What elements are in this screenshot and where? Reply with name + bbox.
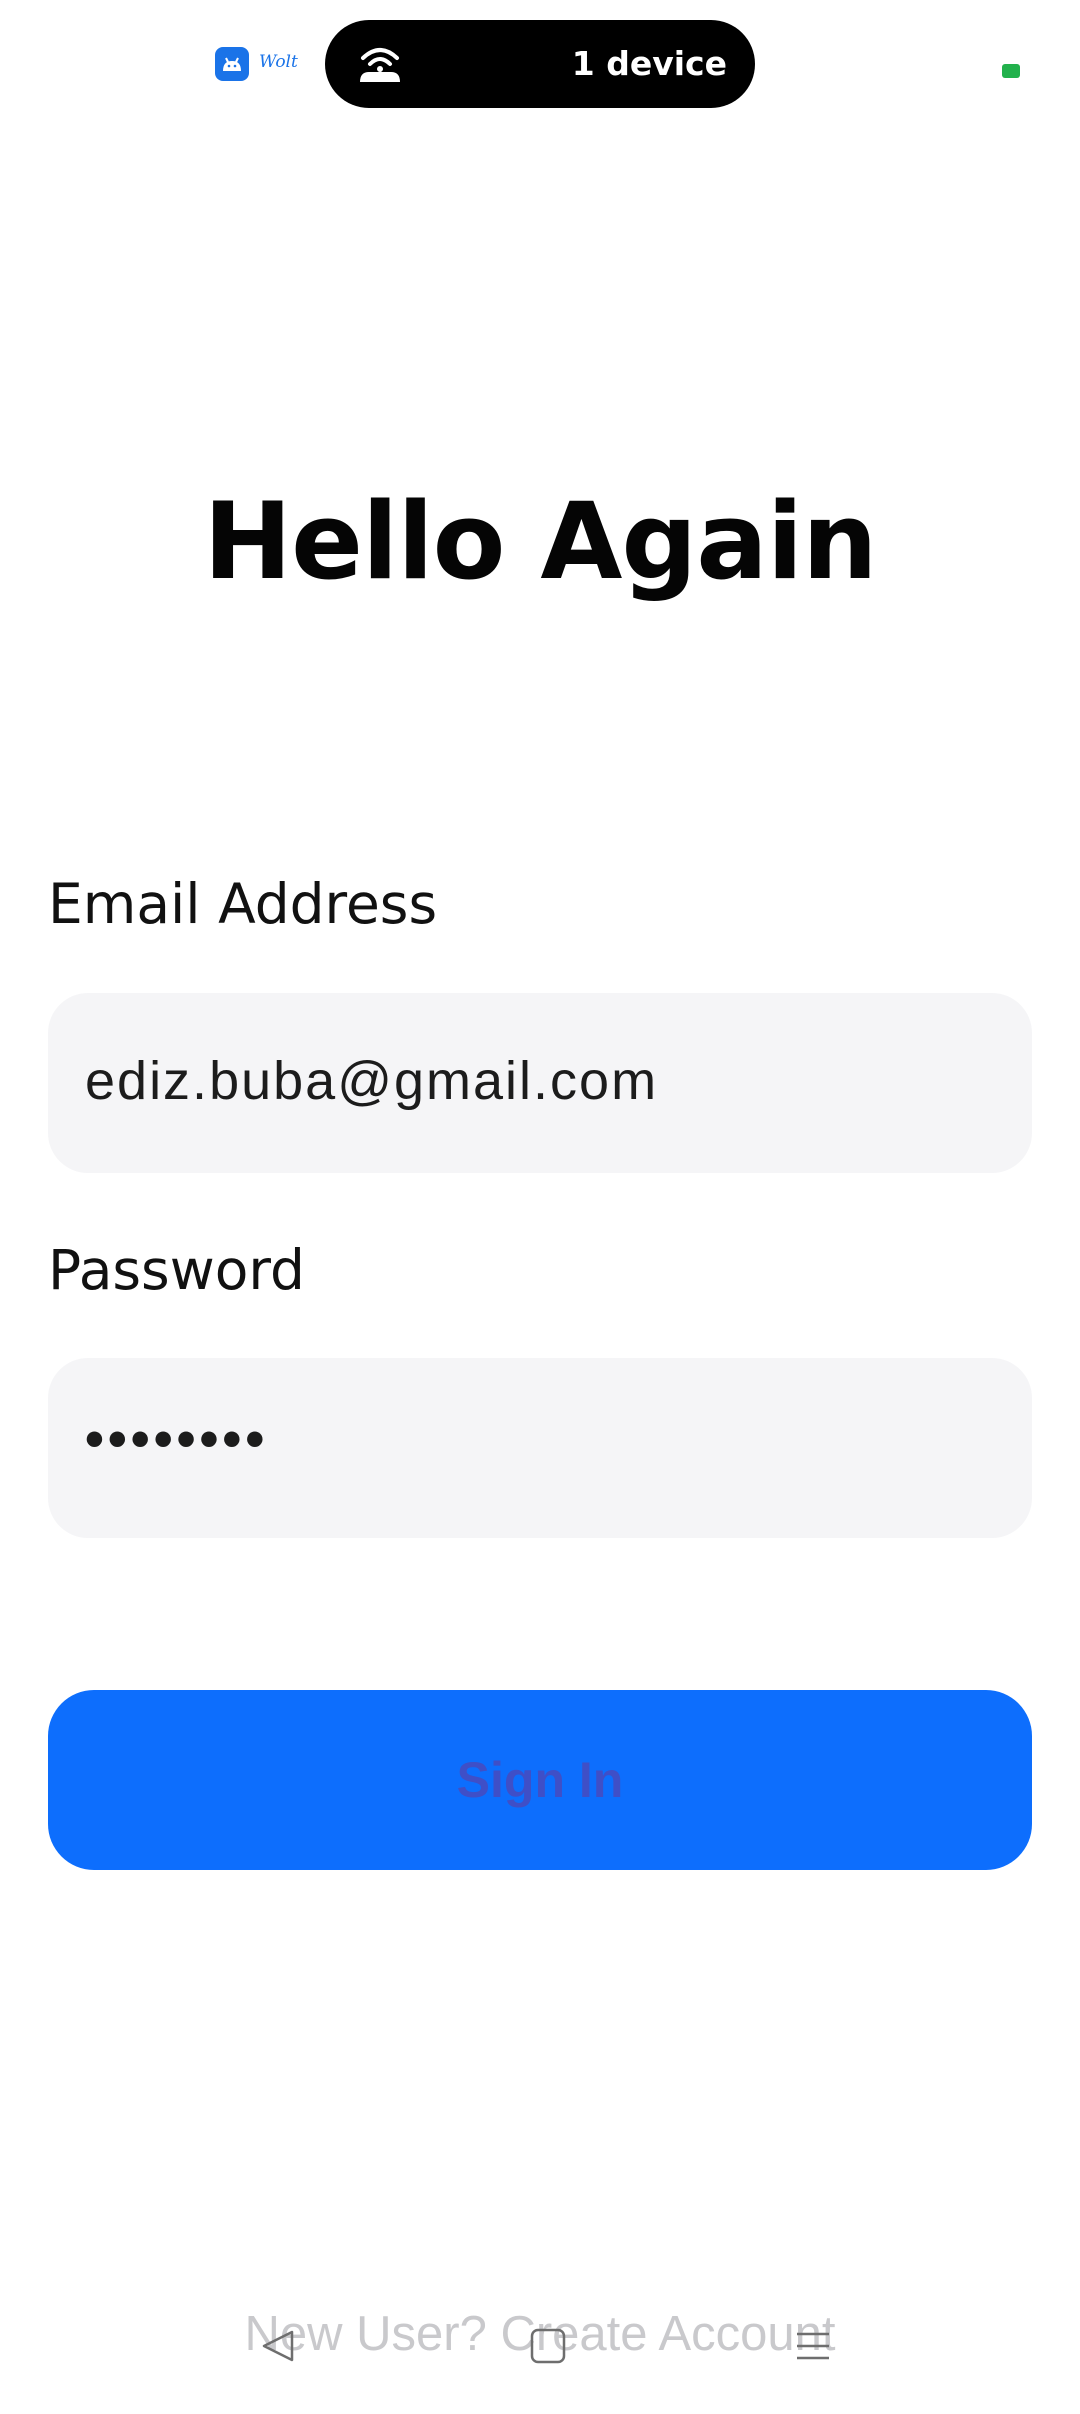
app-badge-label: Wolt xyxy=(259,52,298,72)
back-triangle-icon[interactable] xyxy=(258,2326,298,2366)
sign-in-button[interactable]: Sign In xyxy=(48,1690,1032,1870)
home-square-icon[interactable] xyxy=(528,2326,568,2366)
page-title: Hello Again xyxy=(203,480,877,603)
battery-icon xyxy=(1002,64,1020,78)
android-app-icon xyxy=(215,47,249,81)
email-field-value[interactable]: ediz.buba@gmail.com xyxy=(85,1050,658,1112)
hotspot-indicator[interactable]: 1 device xyxy=(325,20,755,108)
menu-lines-icon[interactable] xyxy=(793,2326,833,2366)
system-nav-bar xyxy=(0,2310,1080,2400)
status-bar: Wolt 1 device xyxy=(0,0,1080,130)
hotspot-icon xyxy=(360,48,400,82)
password-field-value[interactable]: •••••••• xyxy=(85,1408,268,1470)
hotspot-device-count: 1 device xyxy=(571,44,727,83)
password-label: Password xyxy=(48,1238,305,1302)
email-label: Email Address xyxy=(48,872,438,936)
